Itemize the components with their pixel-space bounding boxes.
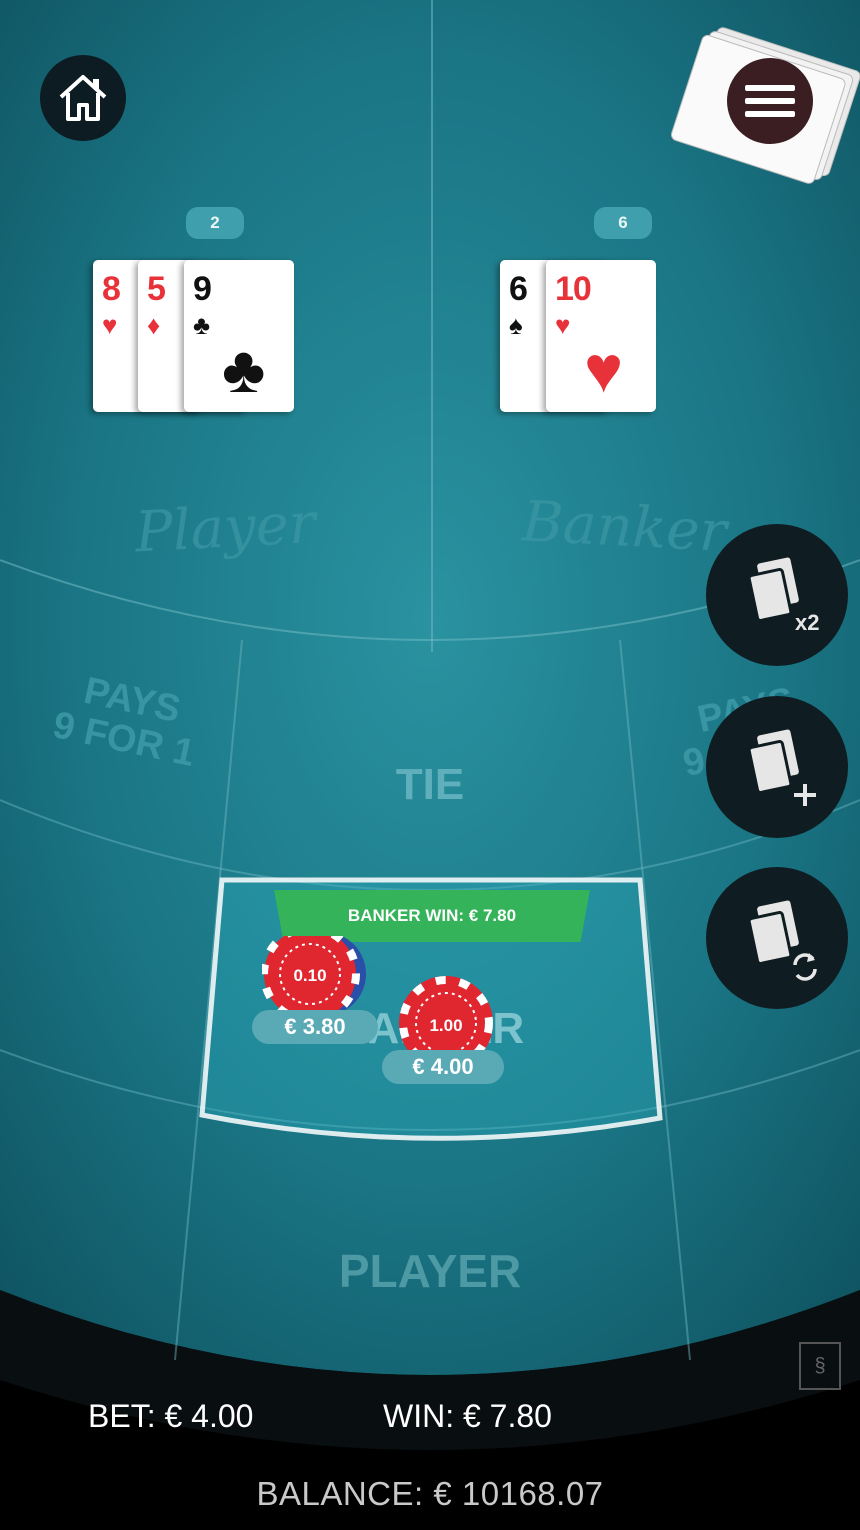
player-bet-area[interactable]: PLAYER — [300, 1244, 560, 1298]
banker-score-badge: 6 — [594, 207, 652, 239]
card-rank: 10 — [555, 270, 592, 308]
card-suit: ♣ — [193, 310, 211, 340]
cards-add-icon — [747, 729, 816, 806]
card-suit: ♥ — [555, 310, 571, 340]
banker-card-2: 10 ♥ ♥ — [546, 260, 656, 412]
player-score-badge: 2 — [186, 207, 244, 239]
player-area-label: Player — [133, 491, 318, 566]
card-suit: ♥ — [102, 310, 118, 340]
balance-amount: BALANCE: € 10168.07 — [256, 1475, 604, 1512]
card-rank: 9 — [193, 270, 212, 308]
svg-text:§: § — [814, 1355, 825, 1377]
win-stack-label: € 3.80 — [252, 1010, 378, 1044]
player-card-3: 9 ♣ ♣ — [184, 260, 294, 412]
double-badge: x2 — [795, 610, 819, 635]
double-bet-button[interactable]: x2 — [706, 524, 848, 666]
menu-icon — [745, 78, 795, 124]
chip-stack-graphic: 0.10 — [260, 924, 366, 1024]
card-suit: ♠ — [509, 310, 523, 340]
card-suit-large: ♣ — [222, 332, 266, 406]
win-amount: WIN: € 7.80 — [383, 1398, 552, 1434]
bet-stack-label: € 4.00 — [382, 1050, 504, 1084]
cards-double-icon: x2 — [747, 557, 819, 635]
menu-button[interactable] — [727, 58, 813, 144]
rebet-button[interactable] — [706, 867, 848, 1009]
home-icon — [59, 75, 107, 121]
banker-area-label: Banker — [520, 489, 729, 565]
cards-rebet-icon — [747, 900, 817, 981]
banker-win-banner: BANKER WIN: € 7.80 — [274, 890, 590, 942]
card-suit: ♦ — [147, 310, 161, 340]
bet-amount: BET: € 4.00 — [88, 1398, 254, 1434]
tie-bet-area[interactable]: TIE — [330, 760, 530, 810]
card-rank: 6 — [509, 270, 528, 308]
chip-large-value: 1.00 — [429, 1016, 462, 1035]
win-chip-stack: 0.10 — [260, 924, 368, 1024]
card-rank: 8 — [102, 270, 121, 308]
home-button[interactable] — [40, 55, 126, 141]
add-bet-button[interactable] — [706, 696, 848, 838]
card-rank: 5 — [147, 270, 166, 308]
chip-small-value: 0.10 — [293, 966, 326, 985]
card-suit-large: ♥ — [584, 332, 624, 406]
